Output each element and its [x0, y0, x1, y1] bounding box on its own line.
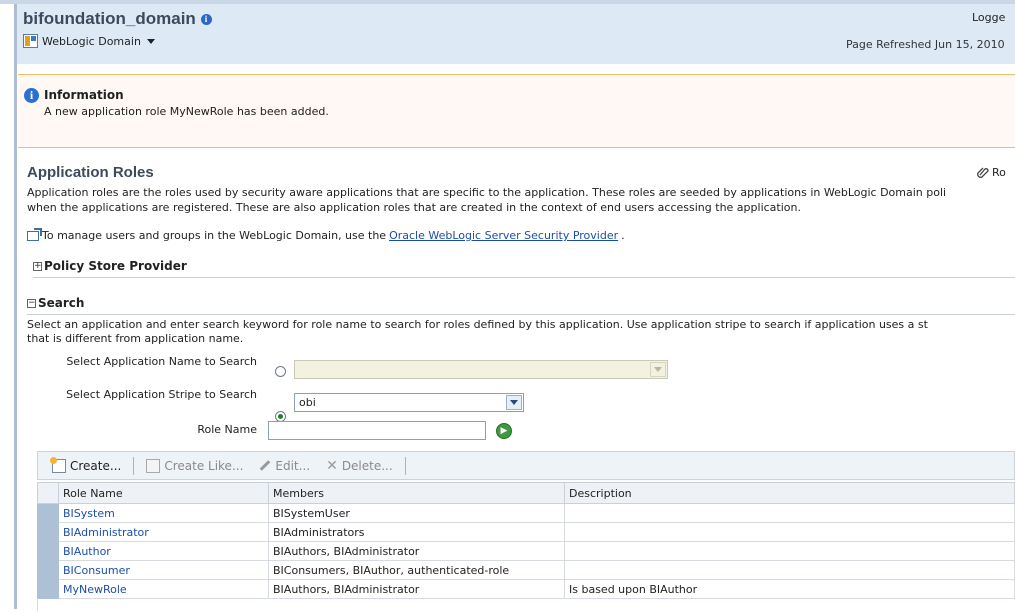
- information-message: A new application role MyNewRole has bee…: [44, 105, 329, 118]
- expand-icon: +: [33, 260, 42, 271]
- policy-store-toggle[interactable]: + Policy Store Provider: [33, 259, 187, 273]
- manage-prefix: To manage users and groups in the WebLog…: [42, 229, 387, 242]
- left-border: [14, 4, 17, 609]
- collapse-icon: −: [27, 297, 36, 308]
- domain-title-text: bifoundation_domain: [23, 9, 196, 28]
- chevron-down-icon: [146, 38, 155, 44]
- role-link[interactable]: MyNewRole: [63, 583, 127, 596]
- pencil-icon: [260, 460, 271, 471]
- table-row[interactable]: BIAuthor BIAuthors, BIAdministrator: [37, 541, 1015, 561]
- role-link[interactable]: BISystem: [63, 507, 115, 520]
- table-row[interactable]: BISystem BISystemUser: [37, 503, 1015, 523]
- toolbar-divider: [404, 456, 406, 475]
- policy-store-label: Policy Store Provider: [44, 259, 187, 273]
- row-selector-header: [37, 482, 59, 504]
- members-cell: BIConsumers, BIAuthor, authenticated-rol…: [268, 560, 565, 580]
- weblogic-domain-menu-label: WebLogic Domain: [42, 34, 141, 48]
- info-circle-icon: i: [24, 88, 39, 103]
- roles-toolbar: Create... Create Like... Edit... ✕ Delet…: [37, 451, 1015, 480]
- delete-button[interactable]: ✕ Delete...: [318, 459, 401, 473]
- role-name-input[interactable]: [268, 421, 486, 440]
- column-header-description[interactable]: Description: [564, 482, 1015, 504]
- column-header-members[interactable]: Members: [268, 482, 565, 504]
- roles-description: Application roles are the roles used by …: [27, 185, 1015, 215]
- create-icon: [50, 456, 66, 473]
- information-title: Information: [44, 88, 124, 102]
- role-link[interactable]: BIAuthor: [63, 545, 111, 558]
- role-link[interactable]: BIAdministrator: [63, 526, 149, 539]
- create-like-icon: [146, 458, 161, 473]
- paperclip-icon: [977, 167, 989, 178]
- search-description: Select an application and enter search k…: [27, 318, 1015, 346]
- description-cell: Is based upon BIAuthor: [564, 579, 1015, 599]
- column-header-role-name[interactable]: Role Name: [58, 482, 269, 504]
- create-label: Create...: [70, 458, 122, 473]
- members-cell: BISystemUser: [268, 503, 565, 523]
- external-link-icon: [27, 227, 42, 241]
- search-toggle[interactable]: − Search: [27, 296, 84, 310]
- description-cell: [564, 522, 1015, 542]
- app-name-label: Select Application Name to Search: [66, 355, 257, 368]
- create-like-label: Create Like...: [164, 458, 244, 473]
- chevron-down-icon: [650, 362, 666, 377]
- search-label: Search: [38, 296, 85, 310]
- create-button[interactable]: Create...: [44, 456, 129, 473]
- table-header-row: Role Name Members Description: [37, 482, 1015, 504]
- stripe-select[interactable]: obi: [294, 393, 524, 412]
- members-cell: BIAdministrators: [268, 522, 565, 542]
- chevron-down-icon: [506, 395, 522, 410]
- row-selector[interactable]: [37, 579, 59, 599]
- roles-table: Role Name Members Description BISystem B…: [37, 482, 1015, 599]
- description-cell: [564, 541, 1015, 561]
- row-selector[interactable]: [37, 560, 59, 580]
- manage-users-note: To manage users and groups in the WebLog…: [27, 227, 625, 242]
- stripe-value: obi: [299, 396, 316, 409]
- role-link[interactable]: BIConsumer: [63, 564, 130, 577]
- members-cell: BIAuthors, BIAdministrator: [268, 579, 565, 599]
- security-provider-link[interactable]: Oracle WebLogic Server Security Provider: [389, 229, 618, 242]
- delete-label: Delete...: [341, 458, 393, 473]
- ro-link[interactable]: Ro: [976, 165, 1006, 179]
- info-icon[interactable]: i: [200, 14, 212, 26]
- row-selector[interactable]: [37, 522, 59, 542]
- role-name-label: Role Name: [197, 423, 257, 436]
- manage-suffix: .: [621, 229, 625, 242]
- description-cell: [564, 560, 1015, 580]
- logged-in-text: Logge: [972, 11, 1006, 24]
- ro-link-label: Ro: [992, 165, 1006, 179]
- delete-x-icon: ✕: [326, 457, 338, 474]
- page-refreshed-text: Page Refreshed Jun 15, 2010: [846, 38, 1005, 51]
- row-selector[interactable]: [37, 541, 59, 561]
- toolbar-divider: [133, 456, 135, 475]
- divider: [27, 314, 1015, 315]
- divider: [33, 277, 1015, 278]
- create-like-button[interactable]: Create Like...: [138, 458, 251, 473]
- stripe-label: Select Application Stripe to Search: [66, 388, 257, 401]
- table-empty-area: [37, 598, 1015, 611]
- members-cell: BIAuthors, BIAdministrator: [268, 541, 565, 561]
- app-name-radio[interactable]: [275, 366, 286, 377]
- roles-description-line1: Application roles are the roles used by …: [27, 186, 947, 199]
- row-selector[interactable]: [37, 503, 59, 523]
- page-title: bifoundation_domain i: [23, 9, 212, 29]
- roles-description-line2: when the applications are registered. Th…: [27, 201, 801, 214]
- app-name-select[interactable]: [294, 360, 668, 379]
- table-row[interactable]: MyNewRole BIAuthors, BIAdministrator Is …: [37, 579, 1015, 599]
- table-row[interactable]: BIAdministrator BIAdministrators: [37, 522, 1015, 542]
- weblogic-domain-menu[interactable]: WebLogic Domain: [23, 34, 155, 48]
- weblogic-domain-icon: [23, 34, 38, 48]
- search-description-line1: Select an application and enter search k…: [27, 318, 928, 331]
- description-cell: [564, 503, 1015, 523]
- search-description-line2: that is different from application name.: [27, 332, 244, 345]
- section-title: Application Roles: [27, 164, 154, 181]
- edit-button[interactable]: Edit...: [251, 459, 318, 473]
- table-row[interactable]: BIConsumer BIConsumers, BIAuthor, authen…: [37, 560, 1015, 580]
- go-arrow-icon[interactable]: ▶: [496, 423, 512, 439]
- edit-label: Edit...: [275, 458, 311, 473]
